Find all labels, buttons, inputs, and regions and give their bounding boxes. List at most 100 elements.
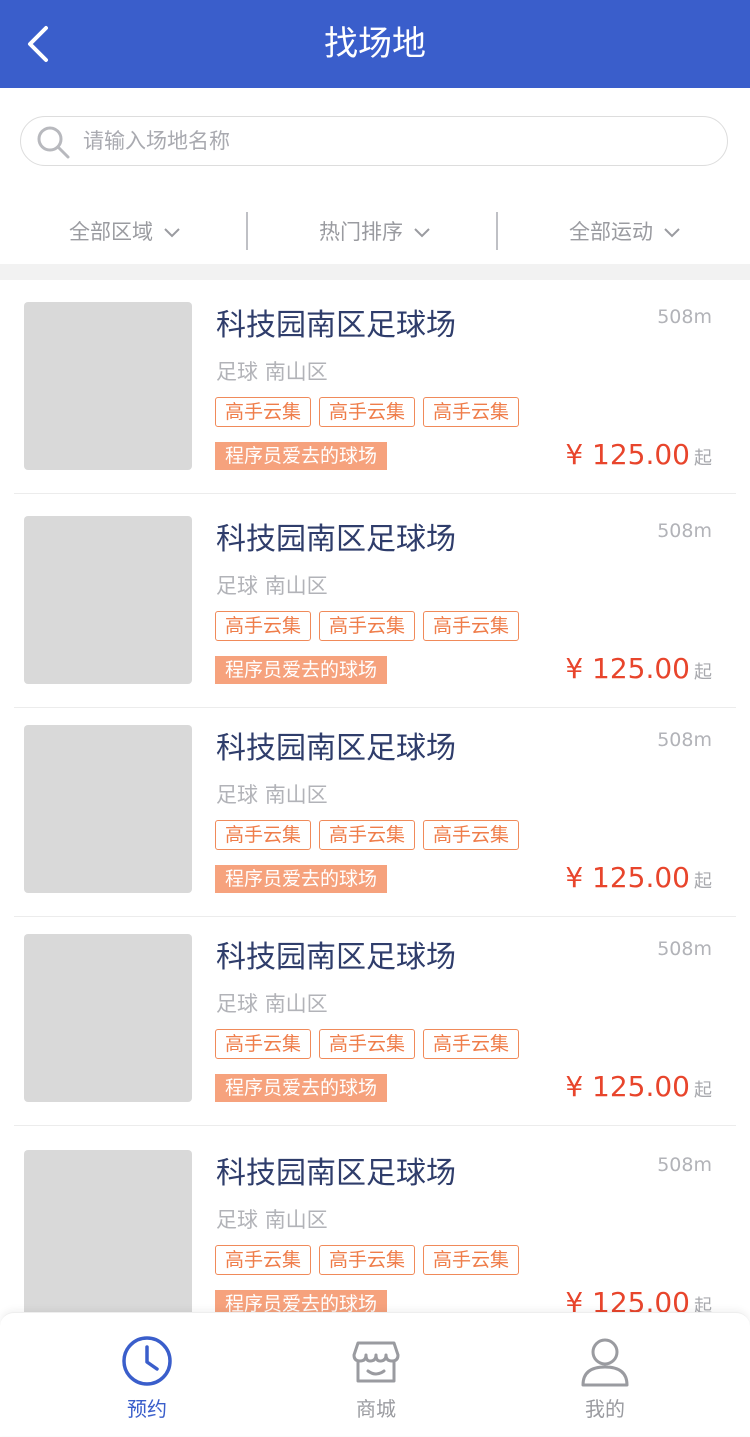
venue-tag: 高手云集 xyxy=(423,1029,520,1059)
filter-sport-label: 全部运动 xyxy=(569,220,653,244)
filter-bar: 全部区域 热门排序 全部运动 xyxy=(0,200,750,264)
venue-tags: 高手云集 高手云集 高手云集 xyxy=(215,611,527,641)
venue-tag: 高手云集 xyxy=(423,820,520,850)
chevron-down-icon xyxy=(664,228,680,238)
tab-mine[interactable]: 我的 xyxy=(480,1313,730,1437)
search-bar[interactable] xyxy=(20,116,728,166)
venue-distance: 508m xyxy=(657,306,712,328)
venue-sport: 足球 xyxy=(216,574,258,598)
venue-district: 南山区 xyxy=(264,574,328,598)
venue-district: 南山区 xyxy=(264,783,328,807)
filter-sort[interactable]: 热门排序 xyxy=(250,200,500,264)
user-icon xyxy=(581,1338,629,1387)
venue-sport: 足球 xyxy=(216,1208,258,1232)
venue-distance: 508m xyxy=(657,520,712,542)
venue-item[interactable]: 科技园南区足球场 508m 足球 南山区 高手云集 高手云集 高手云集 程序员爱去的… xyxy=(14,1128,736,1342)
venue-item[interactable]: 科技园南区足球场 508m 足球 南山区 高手云集 高手云集 高手云集 程序员爱去的… xyxy=(14,912,736,1126)
venue-tag: 高手云集 xyxy=(423,1245,520,1275)
page-title: 找场地 xyxy=(324,24,426,64)
filter-area[interactable]: 全部区域 xyxy=(0,200,250,264)
venue-meta: 足球 南山区 xyxy=(216,570,328,600)
venue-price-amount: ¥ 125.00 xyxy=(565,652,690,685)
venue-thumbnail xyxy=(24,1150,192,1318)
venue-thumbnail xyxy=(24,934,192,1102)
venue-tags: 高手云集 高手云集 高手云集 xyxy=(215,1245,527,1275)
filter-divider xyxy=(246,212,248,250)
tab-booking-label: 预约 xyxy=(127,1397,167,1421)
venue-district: 南山区 xyxy=(264,1208,328,1232)
venue-price-suffix: 起 xyxy=(694,871,712,892)
venue-meta: 足球 南山区 xyxy=(216,779,328,809)
venue-meta: 足球 南山区 xyxy=(216,1204,328,1234)
venue-price: ¥ 125.00 起 xyxy=(565,861,712,894)
venue-promo-badge: 程序员爱去的球场 xyxy=(215,656,388,684)
filter-sort-label: 热门排序 xyxy=(319,220,403,244)
venue-district: 南山区 xyxy=(264,992,328,1016)
venue-tag: 高手云集 xyxy=(215,397,312,427)
venue-distance: 508m xyxy=(657,938,712,960)
filter-sport[interactable]: 全部运动 xyxy=(500,200,750,264)
venue-price-suffix: 起 xyxy=(694,1080,712,1101)
venue-price-amount: ¥ 125.00 xyxy=(565,438,690,471)
tab-mall[interactable]: 商城 xyxy=(251,1313,501,1437)
chevron-down-icon xyxy=(414,228,430,238)
venue-promo-badge: 程序员爱去的球场 xyxy=(215,865,388,893)
venue-price-amount: ¥ 125.00 xyxy=(565,861,690,894)
filter-area-label: 全部区域 xyxy=(69,220,153,244)
section-divider xyxy=(0,264,750,280)
venue-tag: 高手云集 xyxy=(423,611,520,641)
venue-tag: 高手云集 xyxy=(215,1245,312,1275)
bottom-tab-bar: 预约 商城 我的 xyxy=(0,1312,750,1436)
venue-tag: 高手云集 xyxy=(423,397,520,427)
venue-price-suffix: 起 xyxy=(694,662,712,683)
venue-tag: 高手云集 xyxy=(215,820,312,850)
venue-item[interactable]: 科技园南区足球场 508m 足球 南山区 高手云集 高手云集 高手云集 程序员爱去的… xyxy=(14,494,736,708)
venue-sport: 足球 xyxy=(216,992,258,1016)
venue-tag: 高手云集 xyxy=(319,820,416,850)
venue-tags: 高手云集 高手云集 高手云集 xyxy=(215,397,527,427)
venue-distance: 508m xyxy=(657,1154,712,1176)
search-icon xyxy=(37,126,70,159)
venue-name: 科技园南区足球场 xyxy=(216,1156,456,1191)
venue-promo-badge: 程序员爱去的球场 xyxy=(215,442,388,470)
venue-item[interactable]: 科技园南区足球场 508m 足球 南山区 高手云集 高手云集 高手云集 程序员爱去的… xyxy=(14,703,736,917)
venue-meta: 足球 南山区 xyxy=(216,356,328,386)
tab-mine-label: 我的 xyxy=(585,1397,625,1421)
venue-tag: 高手云集 xyxy=(319,397,416,427)
venue-price-amount: ¥ 125.00 xyxy=(565,1070,690,1103)
venue-price-suffix: 起 xyxy=(694,448,712,469)
tab-mall-label: 商城 xyxy=(356,1397,396,1421)
venue-sport: 足球 xyxy=(216,360,258,384)
venue-tags: 高手云集 高手云集 高手云集 xyxy=(215,820,527,850)
item-divider xyxy=(14,1125,736,1126)
venue-thumbnail xyxy=(24,725,192,893)
venue-tags: 高手云集 高手云集 高手云集 xyxy=(215,1029,527,1059)
venue-tag: 高手云集 xyxy=(319,1029,416,1059)
app-header: 找场地 xyxy=(0,0,750,88)
venue-thumbnail xyxy=(24,516,192,684)
venue-price: ¥ 125.00 起 xyxy=(565,1070,712,1103)
venue-tag: 高手云集 xyxy=(319,611,416,641)
venue-thumbnail xyxy=(24,302,192,470)
search-input[interactable] xyxy=(83,117,683,165)
chevron-down-icon xyxy=(164,228,180,238)
venue-tag: 高手云集 xyxy=(215,1029,312,1059)
venue-tag: 高手云集 xyxy=(319,1245,416,1275)
filter-divider xyxy=(496,212,498,250)
venue-price: ¥ 125.00 起 xyxy=(565,652,712,685)
venue-promo-badge: 程序员爱去的球场 xyxy=(215,1074,388,1102)
venue-price: ¥ 125.00 起 xyxy=(565,438,712,471)
clock-icon xyxy=(122,1336,172,1386)
venue-distance: 508m xyxy=(657,729,712,751)
store-icon xyxy=(352,1341,400,1383)
venue-sport: 足球 xyxy=(216,783,258,807)
venue-name: 科技园南区足球场 xyxy=(216,522,456,557)
venue-name: 科技园南区足球场 xyxy=(216,731,456,766)
venue-meta: 足球 南山区 xyxy=(216,988,328,1018)
venue-name: 科技园南区足球场 xyxy=(216,940,456,975)
venue-tag: 高手云集 xyxy=(215,611,312,641)
tab-booking[interactable]: 预约 xyxy=(22,1313,272,1437)
venue-item[interactable]: 科技园南区足球场 508m 足球 南山区 高手云集 高手云集 高手云集 程序员爱去的… xyxy=(14,280,736,494)
venue-name: 科技园南区足球场 xyxy=(216,308,456,343)
venue-district: 南山区 xyxy=(264,360,328,384)
